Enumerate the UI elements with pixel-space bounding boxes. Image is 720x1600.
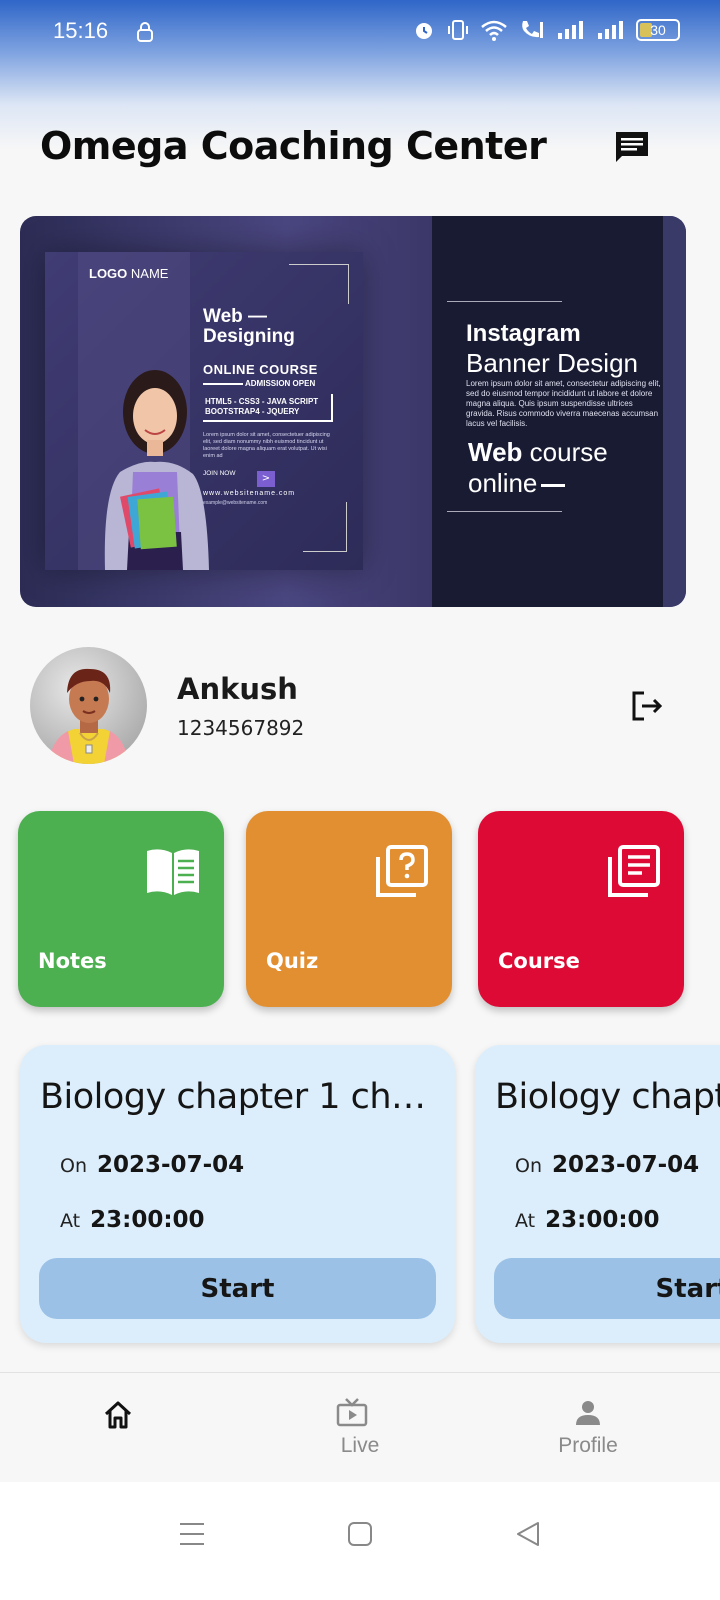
course-tile[interactable]: Course xyxy=(478,811,684,1007)
nav-live-label: Live xyxy=(340,1434,380,1457)
at-label: At xyxy=(515,1210,536,1232)
start-button[interactable]: Start xyxy=(494,1258,720,1319)
poster-logo: LOGO NAME xyxy=(89,266,169,281)
call-icon xyxy=(522,21,543,38)
nav-live[interactable]: Live xyxy=(240,1373,480,1483)
poster-arrow-icon: > xyxy=(257,471,275,487)
home-square-icon[interactable] xyxy=(344,1518,376,1550)
battery-level: 30 xyxy=(650,22,666,38)
course-label: Course xyxy=(498,949,580,973)
signal-icon-2 xyxy=(598,21,623,39)
avatar[interactable] xyxy=(30,647,147,764)
class-time-row: At 23:00:00 xyxy=(60,1207,205,1233)
person-icon xyxy=(576,1401,600,1425)
class-time-row: At 23:00:00 xyxy=(515,1207,660,1233)
class-title: Biology chapter xyxy=(495,1077,720,1117)
banner-title-light: Banner Design xyxy=(466,348,638,378)
poster-website: www.websitename.com xyxy=(203,490,296,497)
bottom-nav: Live Profile xyxy=(0,1372,720,1482)
logout-icon[interactable] xyxy=(628,688,664,724)
class-title: Biology chapter 1 chapter xyxy=(40,1077,440,1117)
course-poster: LOGO NAME Web — Designing ONLINE COURSE A… xyxy=(45,252,363,570)
nav-home[interactable] xyxy=(0,1373,240,1483)
user-name: Ankush xyxy=(177,672,298,706)
poster-join-label: JOIN NOW xyxy=(203,470,236,477)
poster-online-course: ONLINE COURSE xyxy=(203,362,318,377)
poster-email: example@websitename.com xyxy=(203,500,268,506)
battery-icon: 30 xyxy=(636,19,680,41)
start-button[interactable]: Start xyxy=(39,1258,436,1319)
class-card[interactable]: Biology chapter 1 chapter On 2023-07-04 A… xyxy=(20,1045,455,1343)
quiz-label: Quiz xyxy=(266,949,319,973)
class-date-row: On 2023-07-04 xyxy=(60,1152,244,1178)
banner-body-text: Lorem ipsum dolor sit amet, consectetur … xyxy=(466,379,661,428)
on-label: On xyxy=(515,1155,542,1177)
class-carousel[interactable]: Biology chapter 1 chapter On 2023-07-04 A… xyxy=(0,1040,720,1360)
course-list-icon xyxy=(608,845,660,897)
nav-profile-label: Profile xyxy=(558,1434,618,1457)
menu-icon[interactable] xyxy=(176,1518,208,1550)
poster-body-text: Lorem ipsum dolor sit amet, consectetuer… xyxy=(203,432,330,459)
system-nav-bar xyxy=(0,1482,720,1600)
avatar-illustration xyxy=(48,668,129,764)
at-label: At xyxy=(60,1210,81,1232)
lock-icon xyxy=(137,22,153,42)
open-book-icon xyxy=(147,849,199,895)
class-date-row: On 2023-07-04 xyxy=(515,1152,699,1178)
signal-icon xyxy=(558,21,583,39)
chat-icon[interactable] xyxy=(612,128,652,168)
back-icon[interactable] xyxy=(512,1518,544,1550)
quiz-tile[interactable]: Quiz xyxy=(246,811,452,1007)
nav-profile[interactable]: Profile xyxy=(468,1373,708,1483)
alarm-icon xyxy=(416,23,432,39)
wifi-icon xyxy=(481,20,507,41)
class-date: 2023-07-04 xyxy=(552,1152,700,1178)
on-label: On xyxy=(60,1155,87,1177)
class-time: 23:00:00 xyxy=(545,1207,660,1233)
class-date: 2023-07-04 xyxy=(97,1152,245,1178)
page-title: Omega Coaching Center xyxy=(40,124,547,168)
quiz-icon xyxy=(376,845,428,897)
live-tv-icon xyxy=(336,1398,368,1427)
status-icons: 30 xyxy=(412,18,680,42)
user-phone: 1234567892 xyxy=(177,716,305,740)
poster-title: Web — Designing xyxy=(203,306,295,347)
class-time: 23:00:00 xyxy=(90,1207,205,1233)
banner-web-course: Web course online xyxy=(468,437,608,498)
notes-tile[interactable]: Notes xyxy=(18,811,224,1007)
home-icon xyxy=(104,1401,132,1429)
notes-label: Notes xyxy=(38,949,107,973)
vibrate-icon xyxy=(448,20,468,40)
status-time: 15:16 xyxy=(53,18,109,43)
banner-title-bold: Instagram xyxy=(466,320,581,347)
poster-admission: ADMISSION OPEN xyxy=(245,379,316,388)
poster-tech: HTML5 - CSS3 - JAVA SCRIPT BOOTSTRAP4 - J… xyxy=(203,394,333,422)
promo-banner[interactable]: LOGO NAME Web — Designing ONLINE COURSE A… xyxy=(20,216,686,607)
class-card[interactable]: Biology chapter On2023-07-04 At23:00:00 … xyxy=(475,1045,720,1343)
